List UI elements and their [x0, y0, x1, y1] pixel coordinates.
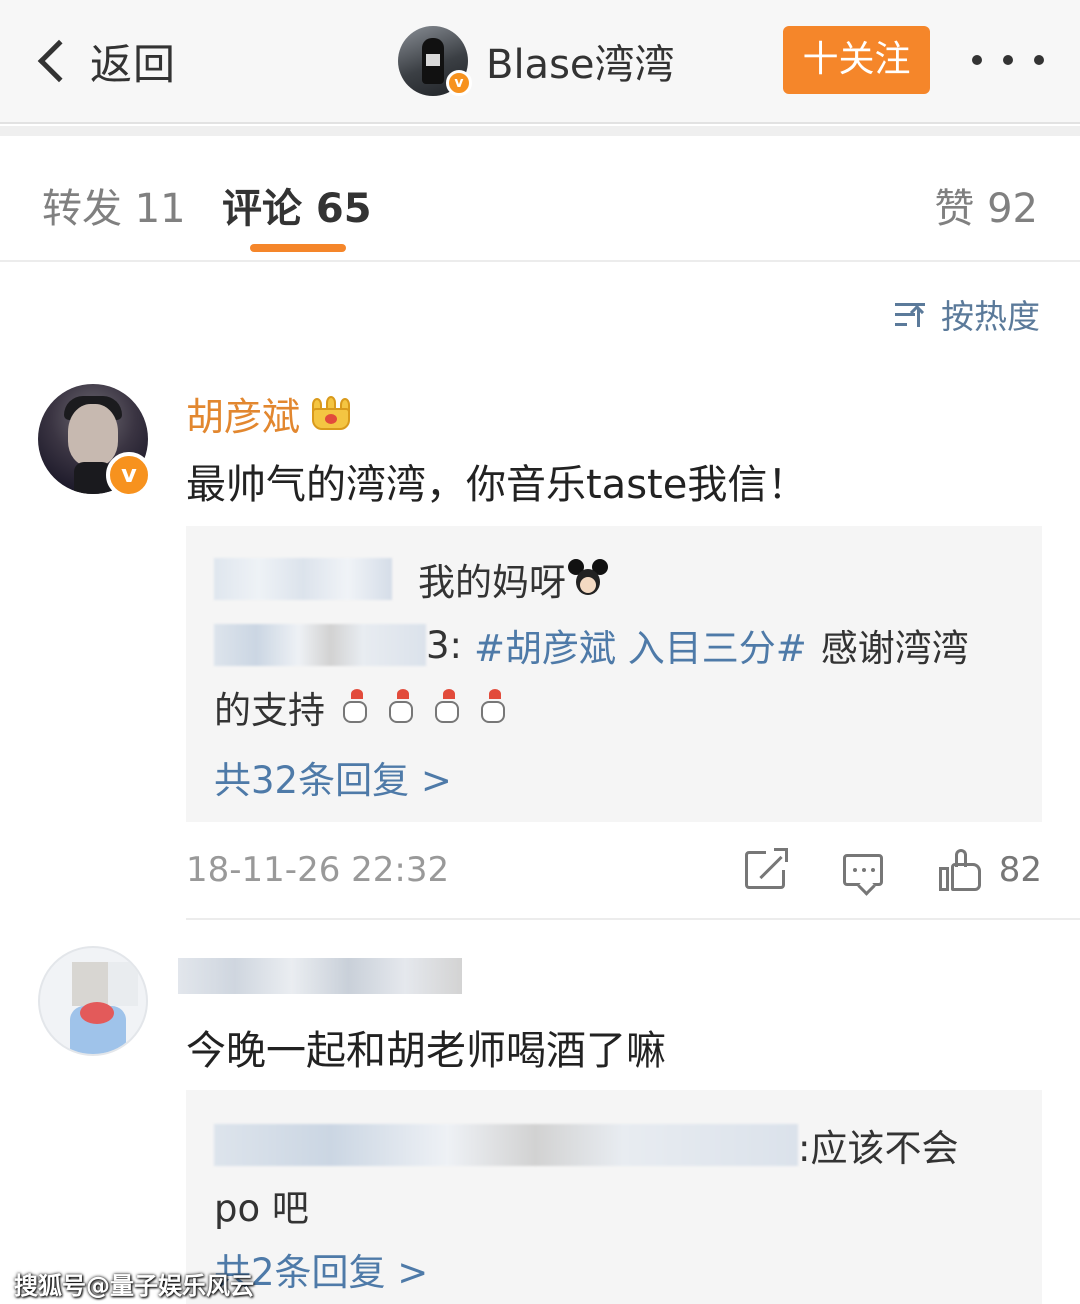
mickey-emoji-icon — [568, 559, 608, 599]
author-name[interactable]: Blase湾湾 — [486, 32, 675, 90]
blurred-username — [214, 624, 426, 666]
reply-line: 3: #胡彦斌 入目三分# 感谢湾湾 — [214, 618, 969, 672]
like-button[interactable]: 82 — [938, 849, 1042, 891]
hashtag-link[interactable]: #胡彦斌 入目三分# — [474, 618, 807, 672]
reply-line: :应该不会 — [214, 1118, 958, 1172]
comment-text: 最帅气的湾湾，你音乐taste我信！ — [186, 462, 808, 508]
sort-button[interactable]: 按热度 — [895, 290, 1040, 338]
reply-box[interactable]: 我的妈呀 3: #胡彦斌 入目三分# 感谢湾湾 的支持 共32条回复 > — [186, 526, 1042, 822]
crown-icon — [310, 395, 352, 432]
comment-timestamp: 18-11-26 22:32 — [186, 850, 450, 890]
reply-prefix: 3: — [426, 623, 463, 667]
reply-button[interactable] — [842, 854, 939, 886]
reply-line: po 吧 — [214, 1178, 309, 1232]
blurred-username — [178, 958, 462, 994]
post-author[interactable]: v Blase湾湾 — [398, 22, 675, 100]
tab-like[interactable]: 赞 92 — [934, 176, 1038, 234]
sort-icon — [895, 299, 929, 329]
like-icon — [938, 849, 983, 891]
finger-heart-emoji-icon — [479, 689, 509, 725]
reply-box[interactable]: :应该不会 po 吧 共2条回复 > — [186, 1090, 1042, 1304]
comment-text: 今晚一起和胡老师喝酒了嘛 — [186, 1028, 666, 1074]
comment-actions: 82 — [744, 845, 1042, 895]
back-button[interactable]: 返回 — [30, 28, 176, 94]
finger-heart-emoji-icon — [433, 689, 463, 725]
blurred-username — [214, 1124, 798, 1166]
follow-button[interactable]: 十关注 — [783, 26, 930, 94]
reply-line: 我的妈呀 — [214, 552, 608, 606]
tab-comment[interactable]: 评论 65 — [222, 176, 372, 234]
tab-bar: 转发 11 评论 65 赞 92 — [0, 136, 1080, 262]
section-gap — [0, 126, 1080, 136]
more-replies-link[interactable]: 共32条回复 > — [214, 750, 452, 804]
more-dots-icon — [972, 55, 982, 65]
comment-avatar[interactable] — [38, 946, 148, 1056]
verified-badge-icon: v — [446, 70, 472, 96]
comment-divider — [186, 918, 1080, 920]
comment-author[interactable]: 胡彦斌 — [186, 386, 352, 441]
reply-text: 我的妈呀 — [418, 561, 566, 604]
finger-heart-emoji-icon — [341, 689, 371, 725]
active-tab-indicator — [250, 244, 346, 252]
reply-line: 的支持 — [214, 680, 509, 734]
back-chevron-icon — [37, 39, 81, 83]
reply-text: 感谢湾湾 — [820, 627, 969, 670]
reply-text: po 吧 — [214, 1187, 309, 1230]
verified-badge-icon: v — [106, 452, 152, 498]
reply-text: 的支持 — [214, 689, 325, 732]
more-options-button[interactable] — [972, 38, 1044, 82]
share-icon — [744, 848, 788, 889]
blurred-username — [214, 558, 392, 600]
sort-label: 按热度 — [941, 297, 1040, 336]
like-count: 82 — [998, 850, 1042, 890]
comment-icon — [842, 854, 883, 886]
share-button[interactable] — [744, 848, 843, 889]
tab-repost[interactable]: 转发 11 — [42, 176, 186, 234]
back-label: 返回 — [90, 39, 177, 89]
finger-heart-emoji-icon — [387, 689, 417, 725]
watermark: 搜狐号@量子娱乐风云 — [14, 1272, 254, 1300]
nav-bar: 返回 v Blase湾湾 十关注 — [0, 0, 1080, 124]
comment-author-name[interactable]: 胡彦斌 — [186, 386, 300, 441]
author-avatar[interactable]: v — [398, 26, 472, 96]
reply-text: :应该不会 — [798, 1127, 959, 1170]
